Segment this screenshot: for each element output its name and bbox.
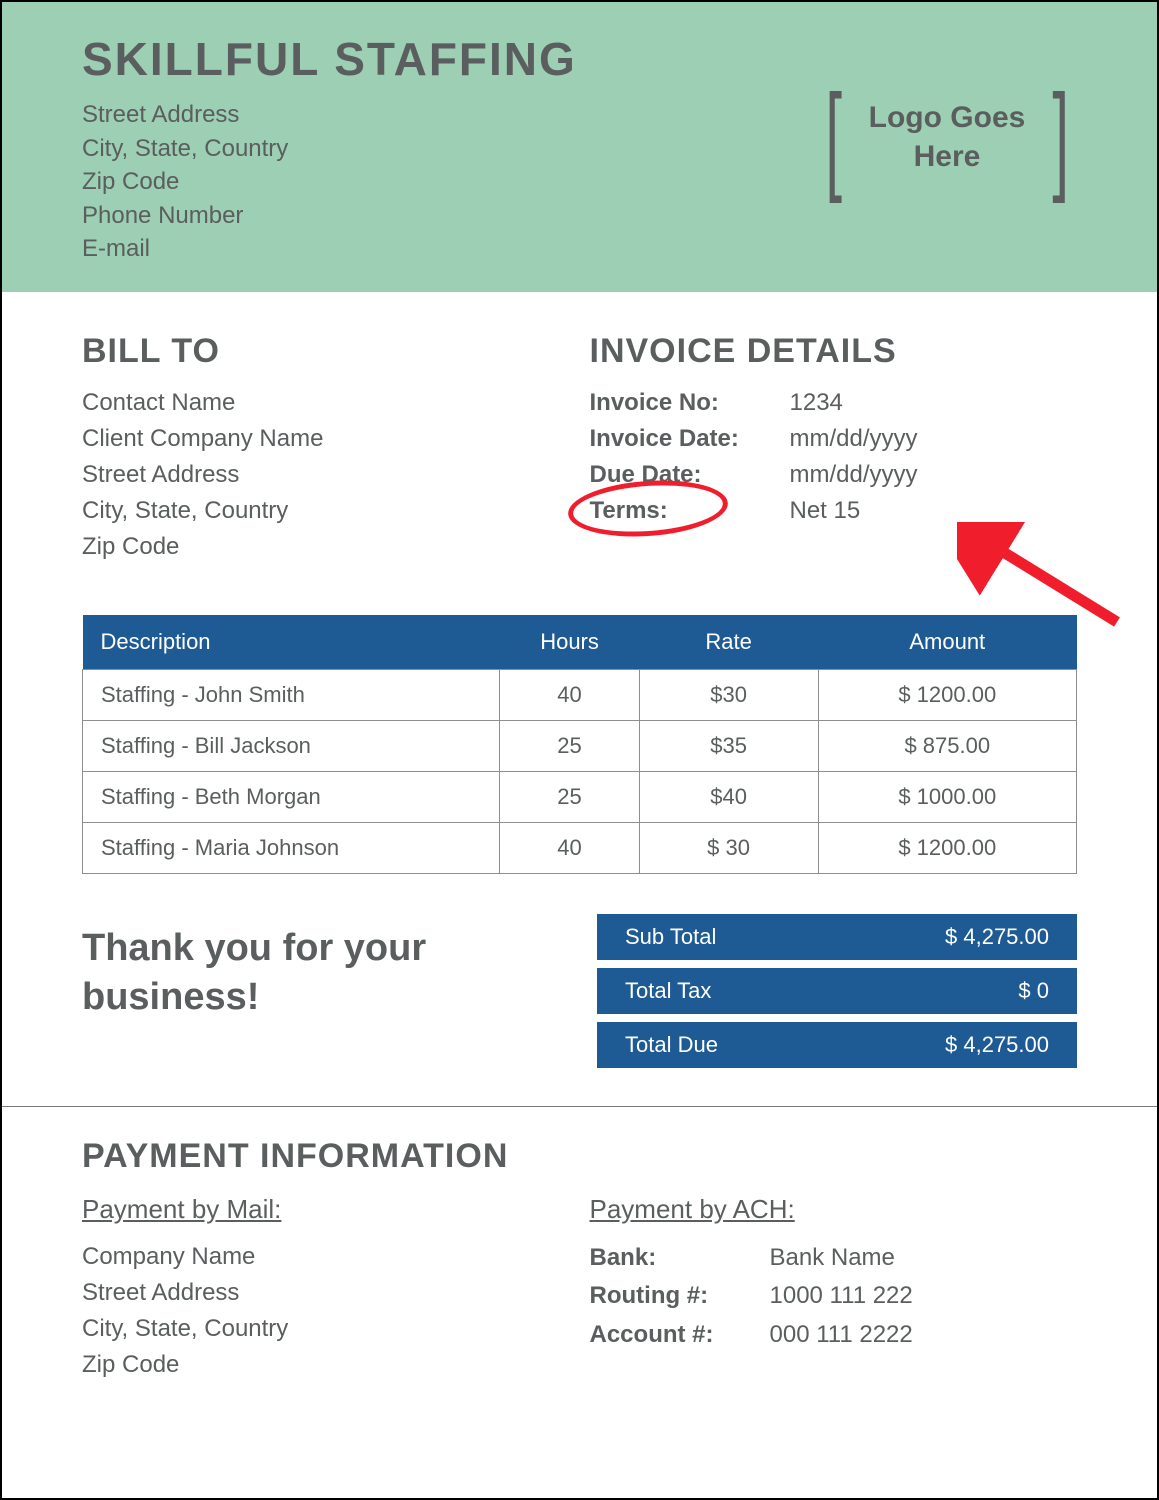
subtotal-label: Sub Total [625, 924, 945, 950]
terms-label: Terms: [590, 493, 790, 529]
logo-placeholder: [ Logo Goes Here ] [817, 77, 1077, 197]
cell-rate: $40 [639, 772, 818, 823]
company-phone: Phone Number [82, 199, 1077, 233]
tax-value: $ 0 [1018, 978, 1049, 1004]
line-items-table: Description Hours Rate Amount Staffing -… [82, 615, 1077, 874]
invoice-no: 1234 [790, 385, 843, 421]
totals-block: Sub Total $ 4,275.00 Total Tax $ 0 Total… [597, 914, 1077, 1076]
cell-amount: $ 875.00 [818, 721, 1076, 772]
cell-description: Staffing - Bill Jackson [83, 721, 500, 772]
payment-ach-block: Payment by ACH: Bank: Bank Name Routing … [590, 1194, 1078, 1383]
invoice-body: BILL TO Contact Name Client Company Name… [2, 292, 1157, 1106]
cell-description: Staffing - John Smith [83, 670, 500, 721]
account-number: 000 111 2222 [770, 1316, 913, 1354]
invoice-page: SKILLFUL STAFFING Street Address City, S… [0, 0, 1159, 1500]
bracket-right-icon: ] [1052, 77, 1069, 197]
mail-city: City, State, Country [82, 1311, 570, 1347]
cell-amount: $ 1000.00 [818, 772, 1076, 823]
cell-amount: $ 1200.00 [818, 670, 1076, 721]
tax-row: Total Tax $ 0 [597, 968, 1077, 1014]
cell-rate: $ 30 [639, 823, 818, 874]
mail-zip: Zip Code [82, 1347, 570, 1383]
total-due-label: Total Due [625, 1032, 945, 1058]
col-amount: Amount [818, 615, 1076, 670]
cell-hours: 40 [500, 670, 639, 721]
cell-hours: 40 [500, 823, 639, 874]
cell-description: Staffing - Beth Morgan [83, 772, 500, 823]
company-email: E-mail [82, 232, 1077, 266]
subtotal-value: $ 4,275.00 [945, 924, 1049, 950]
payment-title: PAYMENT INFORMATION [82, 1137, 1077, 1176]
total-due-row: Total Due $ 4,275.00 [597, 1022, 1077, 1068]
bill-to-city: City, State, Country [82, 493, 570, 529]
cell-amount: $ 1200.00 [818, 823, 1076, 874]
col-hours: Hours [500, 615, 639, 670]
header: SKILLFUL STAFFING Street Address City, S… [2, 2, 1157, 292]
due-date: mm/dd/yyyy [790, 457, 918, 493]
table-row: Staffing - Beth Morgan25$40$ 1000.00 [83, 772, 1077, 823]
table-header-row: Description Hours Rate Amount [83, 615, 1077, 670]
logo-text: Logo Goes Here [850, 98, 1043, 176]
table-row: Staffing - Bill Jackson25$35$ 875.00 [83, 721, 1077, 772]
thank-you-text: Thank you for your business! [82, 914, 557, 1076]
mail-street: Street Address [82, 1275, 570, 1311]
routing-number: 1000 111 222 [770, 1277, 913, 1315]
bill-to-contact: Contact Name [82, 385, 570, 421]
cell-hours: 25 [500, 772, 639, 823]
bill-to-title: BILL TO [82, 332, 570, 371]
bill-to-company: Client Company Name [82, 421, 570, 457]
payment-mail-block: Payment by Mail: Company Name Street Add… [82, 1194, 570, 1383]
invoice-no-label: Invoice No: [590, 385, 790, 421]
payment-section: PAYMENT INFORMATION Payment by Mail: Com… [2, 1107, 1157, 1423]
cell-rate: $35 [639, 721, 818, 772]
table-row: Staffing - Maria Johnson40$ 30$ 1200.00 [83, 823, 1077, 874]
payment-mail-title: Payment by Mail: [82, 1194, 570, 1225]
invoice-details-block: INVOICE DETAILS Invoice No: 1234 Invoice… [590, 332, 1078, 565]
col-description: Description [83, 615, 500, 670]
invoice-date-label: Invoice Date: [590, 421, 790, 457]
bill-to-block: BILL TO Contact Name Client Company Name… [82, 332, 570, 565]
due-date-label: Due Date: [590, 457, 790, 493]
invoice-details-title: INVOICE DETAILS [590, 332, 1078, 371]
table-row: Staffing - John Smith40$30$ 1200.00 [83, 670, 1077, 721]
terms-label-text: Terms: [590, 497, 668, 524]
routing-label: Routing #: [590, 1277, 770, 1315]
cell-rate: $30 [639, 670, 818, 721]
subtotal-row: Sub Total $ 4,275.00 [597, 914, 1077, 960]
payment-ach-title: Payment by ACH: [590, 1194, 1078, 1225]
bank-label: Bank: [590, 1239, 770, 1277]
terms-value: Net 15 [790, 493, 861, 529]
tax-label: Total Tax [625, 978, 1018, 1004]
total-due-value: $ 4,275.00 [945, 1032, 1049, 1058]
bank-name: Bank Name [770, 1239, 895, 1277]
cell-hours: 25 [500, 721, 639, 772]
bill-to-street: Street Address [82, 457, 570, 493]
mail-company: Company Name [82, 1239, 570, 1275]
cell-description: Staffing - Maria Johnson [83, 823, 500, 874]
bracket-left-icon: [ [825, 77, 842, 197]
col-rate: Rate [639, 615, 818, 670]
account-label: Account #: [590, 1316, 770, 1354]
bill-to-zip: Zip Code [82, 529, 570, 565]
invoice-date: mm/dd/yyyy [790, 421, 918, 457]
